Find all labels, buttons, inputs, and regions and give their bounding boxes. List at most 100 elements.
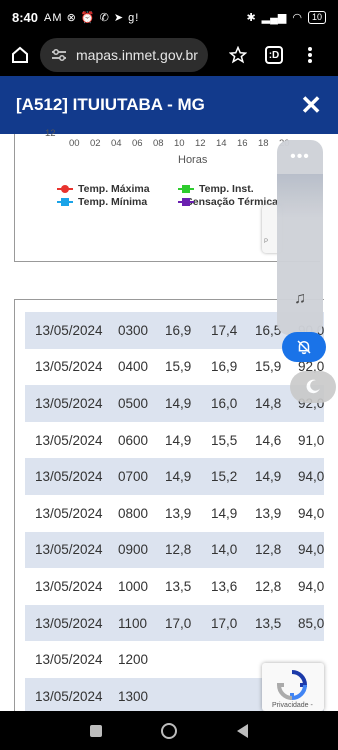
triangle-marker-icon [178, 197, 193, 207]
signal-icon: ▂▄▆ [261, 11, 287, 24]
dark-mode-button[interactable] [290, 371, 336, 403]
table-cell-hour: 0800 [118, 505, 149, 521]
table-cell-date: 13/05/2024 [35, 395, 103, 411]
site-settings-icon[interactable] [50, 48, 68, 62]
table-cell-a: 13,5 [165, 578, 192, 594]
x-tick: 08 [153, 138, 164, 149]
table-cell-b: 14,9 [211, 505, 238, 521]
table-cell-d: 85,0 [298, 615, 324, 631]
table-row: 13/05/2024 0800 13,9 14,9 13,9 94,0 [25, 495, 324, 532]
table-cell-date: 13/05/2024 [35, 505, 103, 521]
table-cell-date: 13/05/2024 [35, 469, 103, 485]
table-cell-hour: 0400 [118, 359, 149, 375]
notification-icons: AM ⊗ ⏰ ✆ ➤ g! [44, 11, 140, 24]
table-cell-a: 12,8 [165, 542, 192, 558]
mute-notifications-button[interactable] [282, 332, 326, 362]
bluetooth-icon: ✱ [246, 11, 256, 24]
panel-preview [277, 174, 323, 218]
home-icon[interactable] [0, 34, 40, 76]
x-tick: 06 [132, 138, 143, 149]
side-widget-label: P [264, 239, 269, 245]
table-cell-d: 94,0 [298, 542, 324, 558]
status-bar: 8:40 AM ⊗ ⏰ ✆ ➤ g! ✱ ▂▄▆ ◠ 10 [0, 0, 338, 34]
table-row: 13/05/2024 0900 12,8 14,0 12,8 94,0 [25, 531, 324, 569]
table-row: 13/05/2024 0400 15,9 16,9 15,9 92,0 [25, 349, 324, 386]
legend-label: Temp. Máxima [78, 183, 150, 195]
table-cell-c: 14,6 [255, 432, 282, 448]
table-cell-hour: 0500 [118, 395, 149, 411]
station-header: [A512] ITUIUTABA - MG ✕ [0, 76, 338, 134]
table-cell-a: 14,9 [165, 469, 192, 485]
x-tick: 16 [237, 138, 248, 149]
table-cell-a: 13,9 [165, 505, 192, 521]
table-cell-hour: 0600 [118, 432, 149, 448]
station-title: [A512] ITUIUTABA - MG [16, 95, 205, 114]
floating-side-panel[interactable]: ••• ♫ [277, 140, 323, 335]
table-cell-c: 13,5 [255, 615, 282, 631]
legend-temp-min[interactable]: Temp. Mínima [57, 196, 147, 208]
table-cell-date: 13/05/2024 [35, 322, 103, 338]
table-cell-b: 13,6 [211, 578, 238, 594]
table-cell-b: 17,4 [211, 322, 238, 338]
table-cell-date: 13/05/2024 [35, 578, 103, 594]
system-nav-bar [0, 711, 338, 750]
table-cell-hour: 0300 [118, 322, 149, 338]
status-time: 8:40 [12, 9, 39, 25]
circle-marker-icon [57, 184, 73, 194]
y-tick-label: 12 [45, 128, 56, 139]
address-bar[interactable]: mapas.inmet.gov.br [40, 38, 208, 72]
recents-icon[interactable] [89, 724, 102, 737]
x-tick: 10 [174, 138, 185, 149]
table-cell-hour: 1100 [118, 615, 148, 631]
table-cell-a: 14,9 [165, 395, 192, 411]
table-cell-c: 14,9 [255, 469, 282, 485]
recaptcha-privacy-link[interactable]: Privacidade - [272, 702, 313, 709]
bookmark-star-icon[interactable] [220, 34, 256, 76]
table-cell-b: 16,9 [211, 359, 238, 375]
x-tick: 18 [258, 138, 269, 149]
browser-toolbar: mapas.inmet.gov.br :D [0, 34, 338, 76]
table-cell-a: 17,0 [165, 615, 192, 631]
x-tick: 14 [216, 138, 227, 149]
table-cell-date: 13/05/2024 [35, 542, 103, 558]
table-cell-b: 17,0 [211, 615, 238, 631]
system-icons: ✱ ▂▄▆ ◠ 10 [246, 10, 326, 24]
recaptcha-badge[interactable]: Privacidade - [262, 663, 324, 711]
table-cell-c: 12,8 [255, 578, 282, 594]
legend-label: Temp. Inst. [199, 183, 254, 195]
table-cell-c: 15,9 [255, 359, 282, 375]
table-cell-c: 12,8 [255, 542, 282, 558]
table-cell-a: 14,9 [165, 432, 192, 448]
table-row: 13/05/2024 0600 14,9 15,5 14,6 91,0 [25, 422, 324, 459]
music-note-icon[interactable]: ♫ [277, 290, 323, 308]
table-cell-date: 13/05/2024 [35, 432, 103, 448]
table-cell-hour: 0700 [118, 469, 149, 485]
table-cell-b: 15,5 [211, 432, 238, 448]
more-dots-icon[interactable]: ••• [277, 148, 323, 166]
bell-off-icon [297, 340, 311, 355]
table-cell-b: 15,2 [211, 469, 238, 485]
close-icon[interactable]: ✕ [300, 92, 322, 118]
legend-temp-max[interactable]: Temp. Máxima [57, 183, 150, 195]
table-cell-c: 13,9 [255, 505, 282, 521]
back-icon[interactable] [237, 723, 249, 738]
table-cell-b: 16,0 [211, 395, 238, 411]
table-cell-c: 14,8 [255, 395, 282, 411]
table-cell-a: 15,9 [165, 359, 192, 375]
table-row: 13/05/2024 0700 14,9 15,2 14,9 94,0 [25, 458, 324, 495]
table-cell-d: 94,0 [298, 469, 324, 485]
table-cell-date: 13/05/2024 [35, 615, 103, 631]
x-tick: 04 [111, 138, 122, 149]
recaptcha-icon [276, 670, 308, 701]
legend-temp-inst[interactable]: Temp. Inst. [178, 183, 254, 195]
diamond-marker-icon [178, 184, 194, 194]
table-row: 13/05/2024 1000 13,5 13,6 12,8 94,0 [25, 568, 324, 605]
table-cell-d: 94,0 [298, 578, 324, 594]
home-nav-icon[interactable] [161, 722, 178, 739]
x-axis-label: Horas [178, 154, 208, 166]
tabs-button[interactable]: :D [256, 34, 292, 76]
x-tick: 00 [69, 138, 80, 149]
more-menu-icon[interactable] [292, 34, 328, 76]
tabs-count: :D [265, 46, 283, 64]
x-tick: 12 [195, 138, 206, 149]
